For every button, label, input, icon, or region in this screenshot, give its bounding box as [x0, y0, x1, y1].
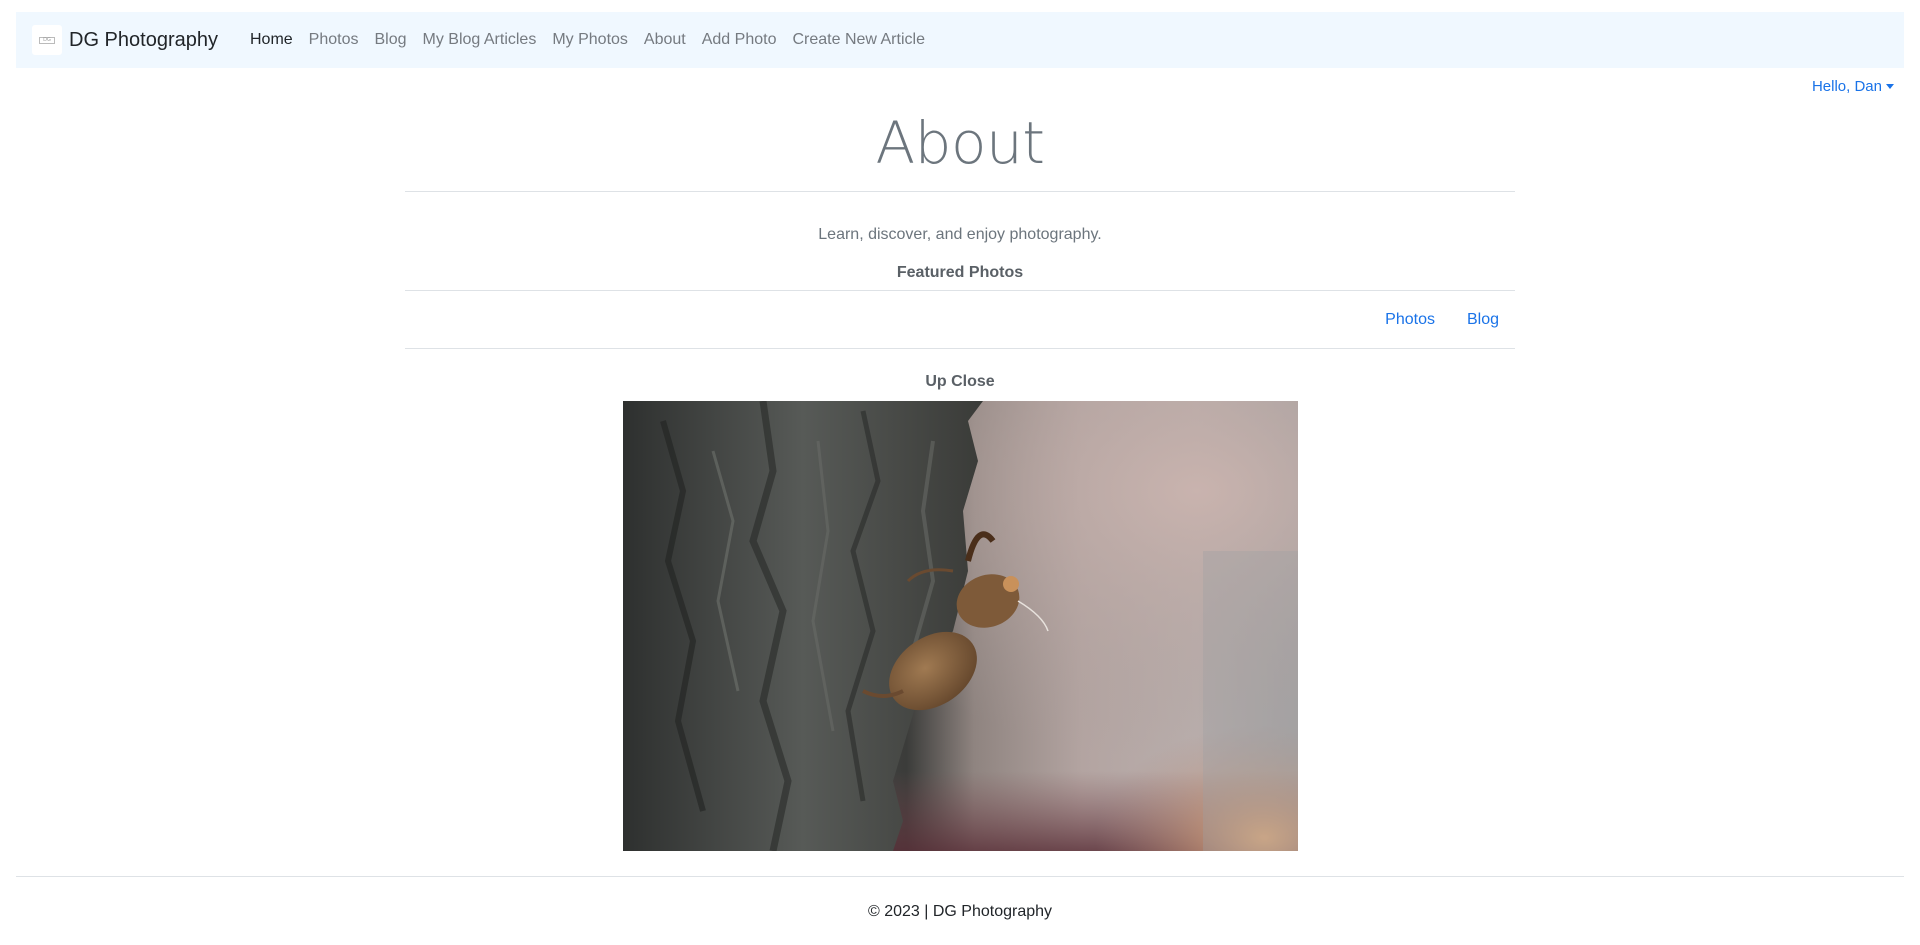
footer-copyright: © 2023 | DG Photography: [867, 903, 1053, 920]
cicada-on-bark-image: [623, 401, 1298, 851]
nav-link-home[interactable]: Home: [242, 31, 301, 49]
nav-link-create-new-article[interactable]: Create New Article: [784, 31, 933, 49]
top-navbar: DG DG Photography Home Photos Blog My Bl…: [16, 12, 1904, 68]
nav-link-blog[interactable]: Blog: [366, 31, 414, 49]
nav-links: Home Photos Blog My Blog Articles My Pho…: [242, 31, 933, 49]
nav-link-my-blog-articles[interactable]: My Blog Articles: [415, 31, 545, 49]
brand-link[interactable]: DG DG Photography: [32, 25, 218, 55]
footer-divider: [16, 876, 1904, 877]
page-tagline: Learn, discover, and enjoy photography.: [818, 226, 1102, 243]
subnav-link-photos[interactable]: Photos: [1385, 311, 1435, 329]
nav-link-about[interactable]: About: [636, 31, 694, 49]
nav-link-photos[interactable]: Photos: [301, 31, 367, 49]
photo-title: Up Close: [925, 373, 995, 390]
featured-subnav: Photos Blog: [405, 290, 1515, 349]
user-menu-dropdown[interactable]: Hello, Dan: [1812, 78, 1894, 95]
featured-photos-heading: Featured Photos: [896, 264, 1024, 281]
user-greeting: Hello, Dan: [1811, 78, 1882, 95]
subnav-link-blog[interactable]: Blog: [1467, 311, 1499, 329]
brand-name: DG Photography: [69, 28, 218, 51]
nav-link-my-photos[interactable]: My Photos: [544, 31, 636, 49]
brand-logo-icon: DG: [32, 25, 62, 55]
nav-link-add-photo[interactable]: Add Photo: [694, 31, 785, 49]
page-title: About: [875, 109, 1045, 177]
featured-photo-image[interactable]: [623, 401, 1298, 851]
caret-down-icon: [1886, 84, 1894, 89]
page-header: About: [405, 108, 1515, 192]
